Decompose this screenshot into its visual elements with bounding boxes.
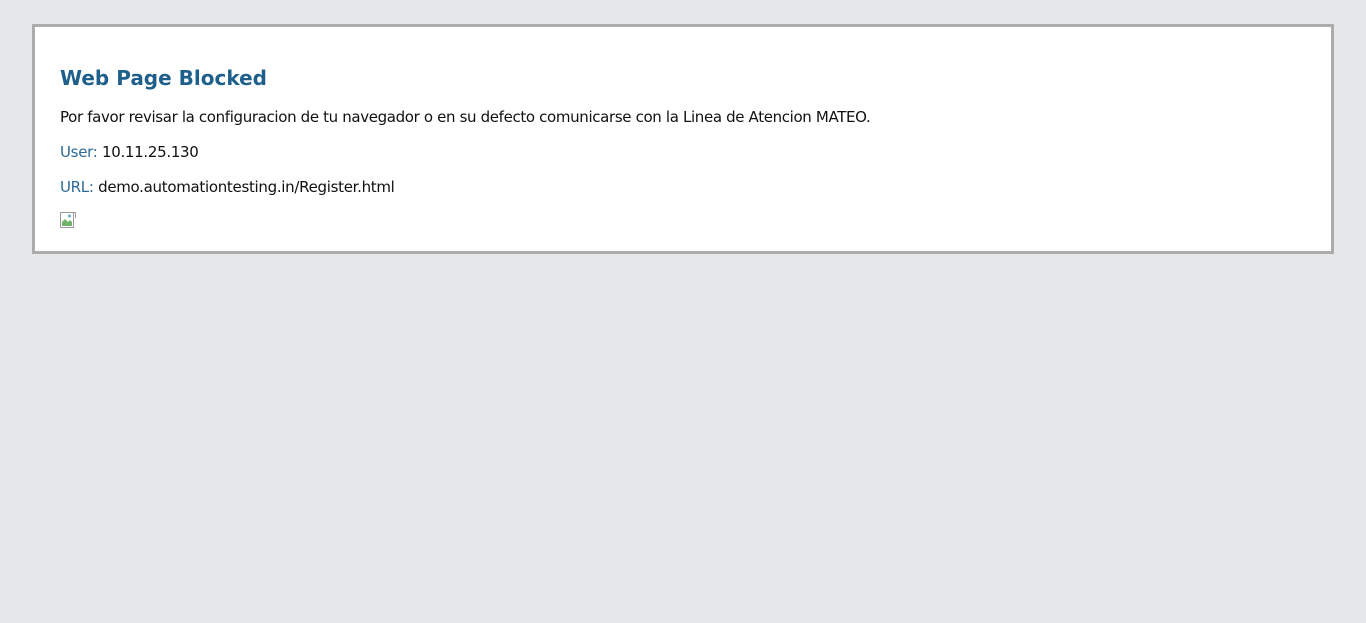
- page-title: Web Page Blocked: [60, 66, 267, 90]
- url-row: URL: demo.automationtesting.in/Register.…: [60, 177, 395, 197]
- user-label: User:: [60, 143, 98, 161]
- blocked-message: Por favor revisar la configuracion de tu…: [60, 108, 871, 126]
- url-label: URL:: [60, 178, 94, 196]
- user-value: 10.11.25.130: [101, 143, 199, 161]
- url-value: demo.automationtesting.in/Register.html: [98, 178, 395, 196]
- blocked-page-panel: Web Page Blocked Por favor revisar la co…: [32, 24, 1334, 254]
- user-row: User: 10.11.25.130: [60, 142, 199, 162]
- broken-image-icon: [60, 212, 76, 228]
